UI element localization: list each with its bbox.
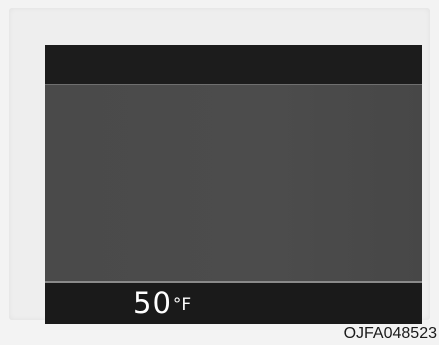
bottom-status-bar: 50°F [45,283,422,324]
cluster-screen: 50°F [45,45,422,324]
temperature-unit: °F [172,295,192,315]
display-frame: 50°F [9,8,430,324]
top-bar [45,45,422,84]
temperature-value: 50 [133,286,172,320]
figure-reference-code: OJFA048523 [343,325,437,342]
outside-temperature: 50°F [133,286,191,320]
main-display-area [45,85,422,281]
